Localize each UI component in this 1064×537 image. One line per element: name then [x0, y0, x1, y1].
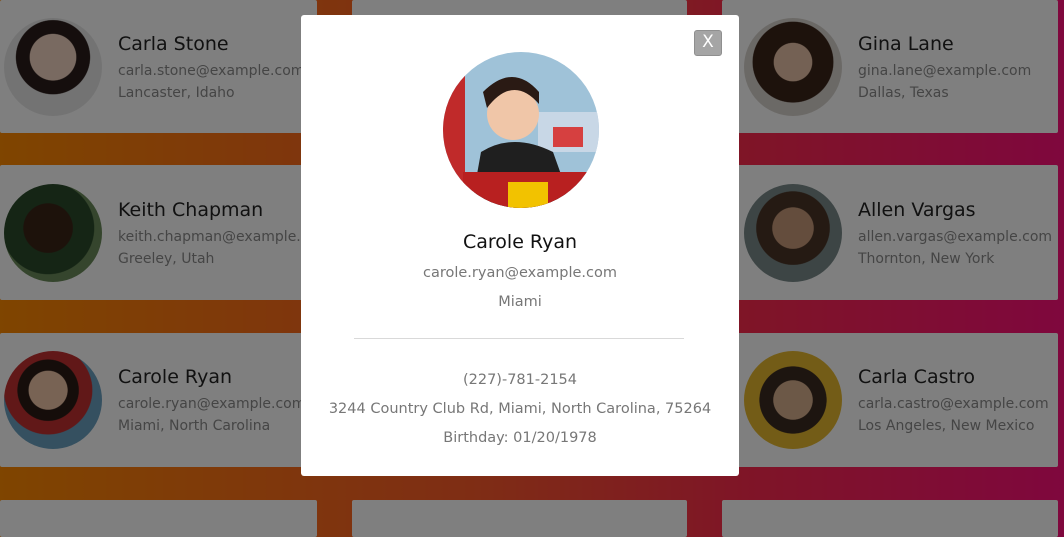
close-button[interactable]: X — [694, 30, 722, 56]
modal-name: Carole Ryan — [462, 231, 578, 253]
modal-birthday: Birthday: 01/20/1978 — [443, 430, 597, 446]
modal-email: carole.ryan@example.com — [422, 265, 618, 281]
modal-address: 3244 Country Club Rd, Miami, North Carol… — [328, 401, 712, 417]
modal-phone: (227)-781-2154 — [462, 372, 578, 388]
avatar-photo-icon — [443, 52, 599, 208]
employee-modal: X Carole Ryan carole.ryan@example.com Mi… — [301, 15, 739, 476]
divider — [354, 338, 684, 339]
modal-avatar — [443, 52, 599, 208]
modal-city: Miami — [498, 294, 542, 310]
